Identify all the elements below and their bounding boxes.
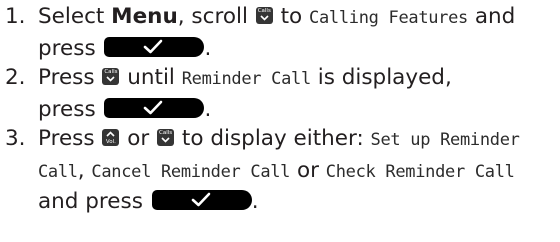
text: or: [120, 126, 157, 151]
display-text: Cancel Reminder Call: [91, 161, 291, 182]
text: until: [120, 65, 182, 90]
calls-down-key-icon: Calls: [255, 7, 273, 24]
step-line: Select Menu, scroll Calls to Calling Fea…: [38, 2, 560, 34]
vol-up-key-icon: Vol.: [102, 129, 120, 146]
text: press: [38, 96, 103, 122]
step-1: 1. Select Menu, scroll Calls to Calling …: [0, 2, 560, 63]
text: and: [468, 4, 516, 29]
ok-key-icon: [104, 36, 205, 57]
step-line: press .: [38, 95, 560, 125]
instruction-steps: 1. Select Menu, scroll Calls to Calling …: [0, 2, 560, 217]
text: to display either:: [175, 126, 371, 151]
step-body: Press Calls until Reminder Call is displ…: [38, 63, 560, 124]
step-body: Select Menu, scroll Calls to Calling Fea…: [38, 2, 560, 63]
step-number: 2.: [5, 65, 26, 90]
calls-down-key-icon: Calls: [102, 68, 120, 85]
step-body: Press Vol. or Calls to display either: S…: [38, 124, 560, 217]
calls-down-key-icon: Calls: [157, 129, 175, 146]
text: .: [251, 189, 259, 214]
display-text: Check Reminder Call: [325, 161, 515, 182]
text: to: [273, 4, 310, 29]
display-text: Set up Reminder: [370, 130, 520, 150]
menu-key-label: Menu: [111, 4, 178, 29]
display-text: Calling Features: [309, 8, 468, 28]
step-number: 3.: [5, 126, 26, 151]
step-3: 3. Press Vol. or Calls to display either…: [0, 124, 560, 217]
text: .: [204, 35, 212, 61]
step-line: and press .: [38, 187, 560, 217]
text: , scroll: [177, 4, 255, 29]
display-text: Reminder Call: [181, 69, 311, 89]
text: and press: [38, 189, 150, 214]
step-number: 1.: [5, 4, 26, 29]
text: Press: [38, 65, 102, 90]
step-line: Press Vol. or Calls to display either: S…: [38, 124, 560, 156]
text: ,: [77, 157, 92, 183]
step-line: Press Calls until Reminder Call is displ…: [38, 63, 560, 95]
text: Select: [38, 4, 112, 29]
text: Press: [38, 126, 102, 151]
ok-key-icon: [104, 97, 205, 118]
text: or: [290, 157, 326, 183]
step-line: Call, Cancel Reminder Call or Check Remi…: [38, 156, 560, 188]
ok-key-icon: [151, 190, 252, 210]
text: press: [38, 35, 103, 61]
text: is displayed,: [310, 65, 452, 90]
display-text: Call: [38, 161, 78, 182]
text: .: [204, 96, 212, 122]
step-2: 2. Press Calls until Reminder Call is di…: [0, 63, 560, 124]
step-line: press .: [38, 34, 560, 64]
